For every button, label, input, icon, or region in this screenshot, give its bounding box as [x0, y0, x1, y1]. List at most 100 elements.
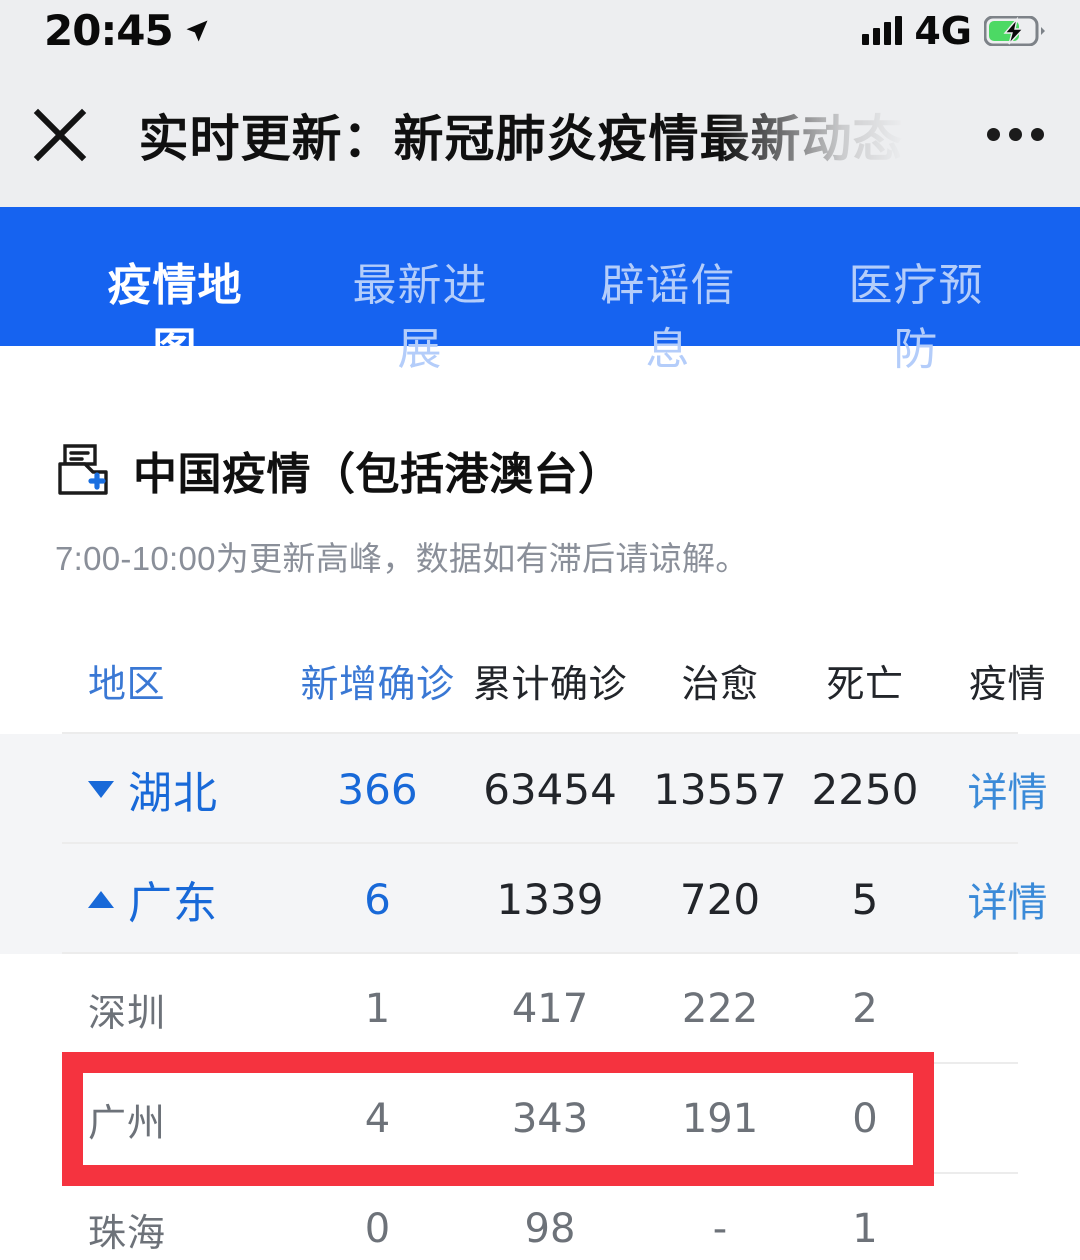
close-icon — [33, 108, 87, 161]
dead-cell: 2 — [795, 986, 935, 1032]
tab-label: 辟谣信息 — [600, 261, 736, 374]
region-cell: 深圳 — [0, 982, 300, 1037]
new-confirmed-cell: 366 — [300, 765, 455, 814]
total-confirmed-cell: 1339 — [455, 875, 645, 924]
detail-link[interactable]: 详情 — [968, 771, 1048, 815]
province-name: 湖北 — [128, 769, 218, 818]
more-dots-icon — [1008, 128, 1022, 141]
tab-epidemic-map[interactable]: 疫情地图 — [90, 249, 260, 421]
region-cell: 珠海 — [0, 1202, 300, 1257]
new-confirmed-value: 1 — [364, 986, 391, 1032]
close-button[interactable] — [0, 62, 120, 207]
table-row-province-hubei[interactable]: 湖北 366 63454 13557 2250 详情 — [0, 734, 1080, 844]
active-tab-indicator — [148, 408, 202, 421]
cured-value: - — [712, 1206, 728, 1252]
tab-label: 疫情地图 — [107, 261, 243, 374]
new-confirmed-value: 6 — [364, 874, 391, 924]
col-header-new-confirmed-label: 新增确诊 — [300, 663, 455, 706]
dead-value: 0 — [852, 1096, 878, 1142]
dead-value: 2250 — [811, 764, 919, 814]
china-epidemic-card: 中国疫情（包括港澳台） 7:00-10:00为更新高峰，数据如有滞后请谅解。 地… — [0, 346, 1080, 1260]
dead-cell: 5 — [795, 875, 935, 924]
more-dots-icon — [986, 128, 1000, 141]
col-header-total-confirmed[interactable]: 累计确诊 — [455, 653, 645, 708]
location-arrow-icon — [186, 20, 208, 42]
detail-link-cell[interactable]: 详情 — [935, 870, 1080, 928]
new-confirmed-cell: 6 — [300, 875, 455, 924]
dead-cell: 2250 — [795, 765, 935, 814]
status-bar-left: 20:45 — [44, 10, 211, 52]
cured-value: 720 — [679, 874, 761, 924]
tab-medical-prevention[interactable]: 医疗预防 — [828, 249, 1004, 377]
more-options-button[interactable] — [950, 62, 1080, 207]
tab-label: 最新进展 — [352, 261, 488, 374]
dead-value: 1 — [852, 1206, 878, 1252]
col-header-region-label: 地区 — [88, 663, 166, 706]
card-header: 中国疫情（包括港澳台） — [0, 438, 1080, 502]
col-header-cured-label: 治愈 — [681, 663, 759, 706]
table-row-province-guangdong[interactable]: 广东 6 1339 720 5 详情 — [0, 844, 1080, 954]
cured-cell: 720 — [645, 875, 795, 924]
total-confirmed-cell: 417 — [455, 986, 645, 1032]
table-row-city-zhuhai[interactable]: 珠海 0 98 - 1 — [0, 1174, 1080, 1260]
new-confirmed-cell: 1 — [300, 986, 455, 1032]
region-cell[interactable]: 湖北 — [0, 757, 300, 821]
city-name: 珠海 — [88, 1212, 167, 1255]
more-dots-icon — [1030, 128, 1044, 141]
col-header-dead-label: 死亡 — [826, 663, 904, 706]
cured-value: 13557 — [653, 764, 787, 814]
col-header-dead[interactable]: 死亡 — [795, 653, 935, 708]
total-confirmed-cell: 63454 — [455, 765, 645, 814]
dead-cell: 0 — [795, 1096, 935, 1142]
card-title: 中国疫情（包括港澳台） — [133, 450, 623, 499]
new-confirmed-cell: 0 — [300, 1206, 455, 1252]
battery-charging-icon — [983, 15, 1046, 47]
triangle-up-icon[interactable] — [88, 890, 114, 908]
total-confirmed-value: 343 — [511, 1096, 589, 1142]
new-confirmed-cell: 4 — [300, 1096, 455, 1142]
new-confirmed-value: 0 — [364, 1206, 391, 1252]
total-confirmed-value: 63454 — [483, 764, 617, 814]
detail-link[interactable]: 详情 — [968, 881, 1048, 925]
dead-cell: 1 — [795, 1206, 935, 1252]
table-row-city-guangzhou[interactable]: 广州 4 343 191 0 — [0, 1064, 1080, 1174]
card-subtitle: 7:00-10:00为更新高峰，数据如有滞后请谅解。 — [55, 540, 749, 577]
status-bar: 20:45 4G — [0, 0, 1080, 62]
new-confirmed-value: 4 — [364, 1096, 391, 1142]
table-header-row: 地区 新增确诊 累计确诊 治愈 死亡 疫情 — [0, 626, 1080, 734]
col-header-cured[interactable]: 治愈 — [645, 653, 795, 708]
province-name: 广东 — [128, 879, 218, 928]
table-row-city-shenzhen[interactable]: 深圳 1 417 222 2 — [0, 954, 1080, 1064]
total-confirmed-cell: 343 — [455, 1096, 645, 1142]
cured-cell: 13557 — [645, 765, 795, 814]
region-cell[interactable]: 广东 — [0, 867, 300, 931]
signal-bars-icon — [862, 16, 903, 45]
status-time: 20:45 — [44, 6, 174, 55]
total-confirmed-value: 98 — [524, 1206, 576, 1252]
tab-rumor-debunk[interactable]: 辟谣信息 — [580, 249, 756, 377]
city-name: 深圳 — [88, 992, 167, 1035]
triangle-down-icon[interactable] — [88, 780, 114, 798]
dead-value: 5 — [851, 874, 879, 924]
cured-value: 222 — [681, 986, 759, 1032]
epidemic-data-table: 地区 新增确诊 累计确诊 治愈 死亡 疫情 湖北 366 63454 13557… — [0, 626, 1080, 1260]
col-header-action-label: 疫情 — [968, 663, 1046, 706]
col-header-new-confirmed[interactable]: 新增确诊 — [300, 653, 455, 708]
cured-cell: 191 — [645, 1096, 795, 1142]
total-confirmed-cell: 98 — [455, 1206, 645, 1252]
tab-bar: 疫情地图 最新进展 辟谣信息 医疗预防 — [0, 207, 1080, 421]
col-header-region[interactable]: 地区 — [0, 653, 300, 708]
medical-file-plus-icon — [58, 444, 108, 495]
cured-cell: 222 — [645, 986, 795, 1032]
network-type-label: 4G — [914, 9, 972, 53]
col-header-action: 疫情 — [935, 653, 1080, 708]
region-cell: 广州 — [0, 1092, 300, 1147]
cured-value: 191 — [681, 1096, 759, 1142]
page-title: 实时更新：新冠肺炎疫情最新动态 — [138, 110, 904, 167]
tab-latest-progress[interactable]: 最新进展 — [332, 249, 508, 377]
dead-value: 2 — [852, 986, 878, 1032]
tab-label: 医疗预防 — [848, 261, 984, 374]
detail-link-cell[interactable]: 详情 — [935, 760, 1080, 818]
new-confirmed-value: 366 — [337, 764, 418, 814]
total-confirmed-value: 417 — [511, 986, 589, 1032]
